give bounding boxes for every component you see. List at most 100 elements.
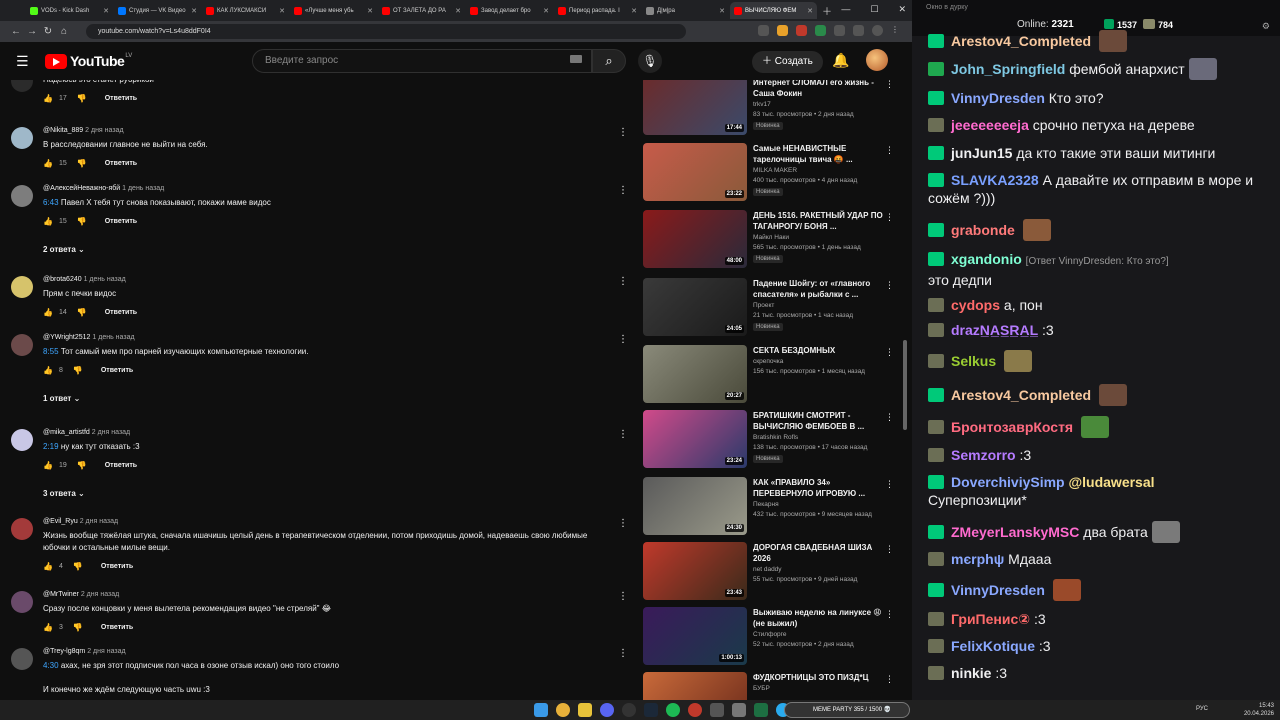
chat-username[interactable]: cydops — [951, 297, 1000, 313]
like-icon[interactable]: 👍 — [43, 159, 53, 168]
video-title[interactable]: ФУДКОРТНИЦЫ ЭТО ПИЗД*Ц — [753, 672, 889, 683]
chat-username[interactable]: Arestov4_Completed — [951, 33, 1091, 49]
video-thumbnail[interactable]: 17:44 — [643, 80, 747, 135]
video-title[interactable]: Самые НЕНАВИСТНЫЕ тарелочницы твича 🤬 ..… — [753, 143, 889, 165]
video-more-icon[interactable]: ⋮ — [885, 212, 894, 223]
obs-icon[interactable] — [622, 703, 636, 717]
dislike-icon[interactable]: 👎 — [77, 308, 87, 317]
video-title[interactable]: СЕКТА БЕЗДОМНЫХ — [753, 345, 889, 356]
video-more-icon[interactable]: ⋮ — [885, 80, 894, 90]
video-more-icon[interactable]: ⋮ — [885, 347, 894, 358]
steam-icon[interactable] — [644, 703, 658, 717]
clock[interactable]: 15:43 20.04.2026 — [1244, 702, 1274, 718]
dislike-icon[interactable]: 👎 — [77, 159, 87, 168]
comment-avatar[interactable] — [11, 429, 33, 451]
search-input[interactable]: Введите запрос — [252, 49, 592, 73]
chat-username[interactable]: ZMeyerLanskyMSC — [951, 524, 1079, 540]
like-icon[interactable]: 👍 — [43, 562, 53, 571]
tab-close-icon[interactable]: ✕ — [277, 7, 285, 15]
comment-avatar[interactable] — [11, 591, 33, 613]
video-channel[interactable]: Bratishkin Rofls — [753, 434, 798, 441]
comment-timestamp-link[interactable]: 4:30 — [43, 661, 59, 670]
tab-close-icon[interactable]: ✕ — [541, 7, 549, 15]
chat-username[interactable]: Semzorro — [951, 447, 1016, 463]
video-more-icon[interactable]: ⋮ — [885, 280, 894, 291]
chat-username[interactable]: SLAVKA2328 — [951, 172, 1039, 188]
comment-avatar[interactable] — [11, 334, 33, 356]
video-thumbnail[interactable]: 1:00:13 — [643, 607, 747, 665]
excel-icon[interactable] — [754, 703, 768, 717]
comment-date[interactable]: 2 дня назад — [87, 648, 125, 655]
comment-author[interactable]: @Trey-lg8qm — [43, 648, 85, 655]
account-avatar[interactable] — [866, 49, 888, 71]
browser-tab[interactable]: Период распада. I ✕ — [554, 2, 641, 19]
video-channel[interactable]: MILKA MAKER — [753, 167, 797, 174]
comment-timestamp-link[interactable]: 6:43 — [43, 198, 59, 207]
video-channel[interactable]: Майкл Наки — [753, 234, 789, 241]
comment-date[interactable]: 2 дня назад — [80, 518, 118, 525]
comment-avatar[interactable] — [11, 276, 33, 298]
spotify-icon[interactable] — [666, 703, 680, 717]
scrollbar[interactable] — [903, 340, 907, 430]
comment-author[interactable]: @АлексейНеважно-ябй — [43, 185, 120, 192]
video-thumbnail[interactable]: 24:05 — [643, 278, 747, 336]
video-card[interactable]: 17:44 Интернет СЛОМАЛ его жизнь - Саша Фо… — [643, 80, 905, 139]
chat-mention[interactable]: @ludawersal — [1069, 474, 1155, 490]
reply-button[interactable]: Ответить — [105, 218, 137, 225]
chat-username[interactable]: ninkie — [951, 665, 991, 681]
extension-icon[interactable] — [758, 25, 769, 36]
tab-close-icon[interactable]: ✕ — [629, 7, 637, 15]
dislike-icon[interactable]: 👎 — [73, 366, 83, 375]
youtube-logo[interactable]: YouTube LV — [45, 53, 132, 69]
browser-tab[interactable]: ОТ ЗАЛЕТА ДО РА ✕ — [378, 2, 465, 19]
video-card[interactable]: 23:43 ДОРОГАЯ СВАДЕБНАЯ ШИЗА 2026 net dadd… — [643, 542, 905, 604]
reply-button[interactable]: Ответить — [105, 160, 137, 167]
back-icon[interactable]: ← — [8, 26, 24, 37]
video-channel[interactable]: БУБР — [753, 685, 770, 692]
video-thumbnail[interactable]: 48:00 — [643, 210, 747, 268]
comment-avatar[interactable] — [11, 185, 33, 207]
chat-username[interactable]: drazN̲A̲S̲R̲A̲L̲ — [951, 322, 1038, 338]
voice-search-button[interactable]: 🎙 — [638, 49, 662, 73]
comment-date[interactable]: 1 день назад — [92, 334, 134, 341]
comment-timestamp-link[interactable]: 2:19 — [43, 442, 59, 451]
hamburger-menu-icon[interactable]: ☰ — [16, 54, 30, 68]
video-title[interactable]: Падение Шойгу: от «главного спасателя» и… — [753, 278, 889, 300]
app-icon[interactable] — [688, 703, 702, 717]
comment-author[interactable]: @Nikita_889 — [43, 127, 83, 134]
comment-date[interactable]: 2 дня назад — [92, 429, 130, 436]
comment-more-icon[interactable]: ⋮ — [618, 648, 628, 659]
chat-username[interactable]: Selkus — [951, 353, 996, 369]
video-thumbnail[interactable] — [643, 672, 747, 700]
comment-more-icon[interactable]: ⋮ — [618, 127, 628, 138]
url-field[interactable]: youtube.com/watch?v=Ls4u8ddF0I4 — [86, 24, 686, 39]
app-icon[interactable] — [710, 703, 724, 717]
chat-username[interactable]: Arestov4_Completed — [951, 387, 1091, 403]
video-card[interactable]: 24:05 Падение Шойгу: от «главного спасате… — [643, 278, 905, 340]
replies-toggle-button[interactable]: 3 ответа ⌄ — [43, 489, 85, 498]
video-more-icon[interactable]: ⋮ — [885, 412, 894, 423]
chat-username[interactable]: БронтозаврКостя — [951, 419, 1073, 435]
comment-more-icon[interactable]: ⋮ — [618, 518, 628, 529]
tab-close-icon[interactable]: ✕ — [717, 7, 725, 15]
chat-username[interactable]: VinnyDresden — [951, 90, 1045, 106]
comment-avatar[interactable] — [11, 127, 33, 149]
comment-more-icon[interactable]: ⋮ — [618, 80, 628, 81]
tab-close-icon[interactable]: ✕ — [453, 7, 461, 15]
video-card[interactable]: 20:27 СЕКТА БЕЗДОМНЫХ скрепочка 156 тыс. пр… — [643, 345, 905, 407]
video-more-icon[interactable]: ⋮ — [885, 609, 894, 620]
chat-username[interactable]: junJun15 — [951, 145, 1012, 161]
tab-close-icon[interactable]: ✕ — [365, 7, 373, 15]
extension-icon[interactable] — [834, 25, 845, 36]
dislike-icon[interactable]: 👎 — [77, 461, 87, 470]
close-icon[interactable]: ✕ — [898, 4, 906, 15]
new-tab-icon[interactable]: ＋ — [822, 3, 832, 18]
maximize-icon[interactable]: ☐ — [870, 4, 878, 15]
comment-author[interactable]: @mika_artistfd — [43, 429, 90, 436]
comment-date[interactable]: 2 дня назад — [85, 127, 123, 134]
comment-more-icon[interactable]: ⋮ — [618, 429, 628, 440]
notifications-bell-icon[interactable]: 🔔 — [832, 52, 849, 69]
comment-timestamp-link[interactable]: 8:55 — [43, 347, 59, 356]
video-title[interactable]: КАК «ПРАВИЛО 34» ПЕРЕВЕРНУЛО ИГРОВУЮ ... — [753, 477, 889, 499]
video-more-icon[interactable]: ⋮ — [885, 544, 894, 555]
